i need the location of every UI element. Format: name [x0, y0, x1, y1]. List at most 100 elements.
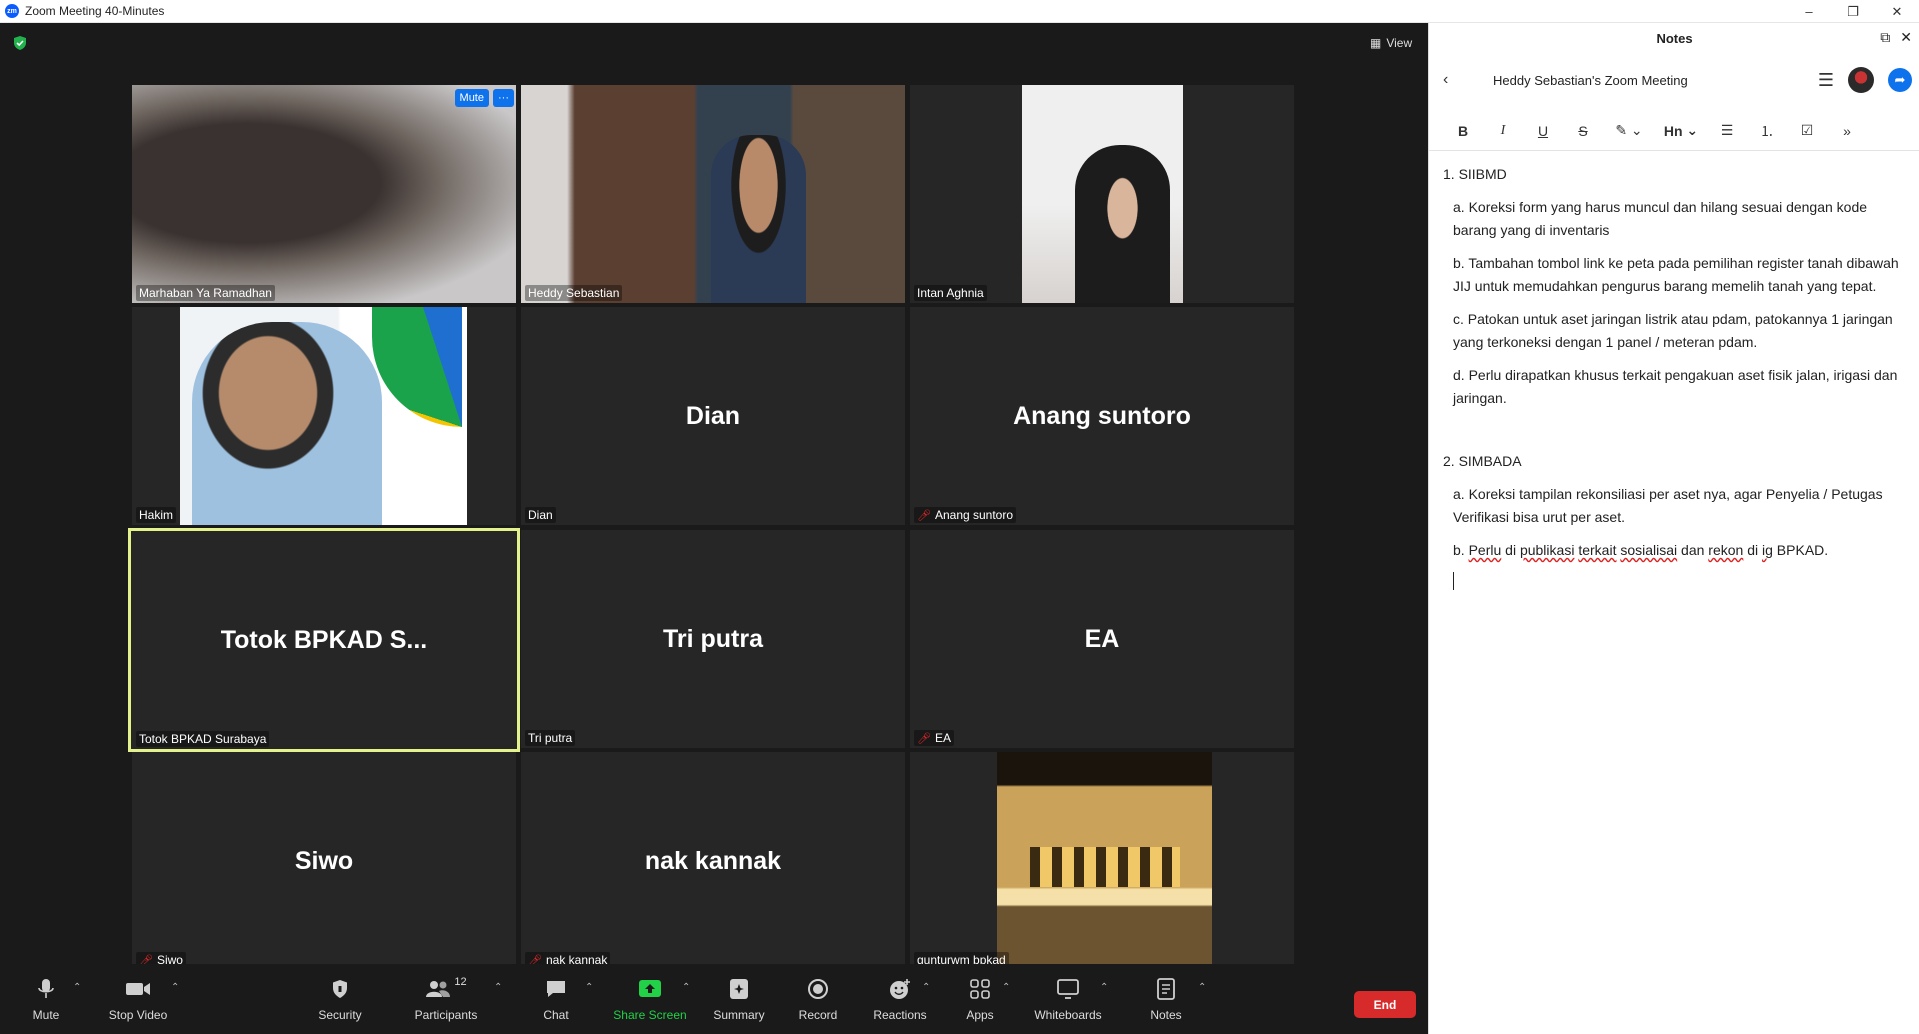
mic-muted-icon: 🎤︎ [917, 509, 931, 522]
participant-tile[interactable]: gunturwm bpkad [910, 752, 1294, 970]
apps-button[interactable]: Apps [962, 964, 998, 1034]
participants-options-caret-icon[interactable]: ⌃ [494, 982, 502, 993]
stop-video-button[interactable]: Stop Video [105, 964, 171, 1034]
notes-panel-title: Notes [1656, 30, 1693, 46]
participant-tile[interactable]: Anang suntoro 🎤︎ Anang suntoro [910, 307, 1294, 525]
participant-tile[interactable]: Heddy Sebastian [521, 85, 905, 303]
close-window-button[interactable]: ✕ [1875, 0, 1919, 23]
back-chevron-icon[interactable]: ‹ [1443, 71, 1448, 89]
chat-label: Chat [543, 1008, 569, 1022]
participant-name-label: Dian [525, 507, 556, 523]
zoom-logo-icon: zm [5, 4, 19, 18]
tile-more-button[interactable]: ··· [493, 89, 514, 107]
building-windows [1030, 847, 1180, 887]
end-meeting-button[interactable]: End [1354, 991, 1416, 1018]
reactions-button[interactable]: Reactions [872, 964, 928, 1034]
underline-button[interactable]: U [1523, 117, 1563, 145]
mute-label: Mute [32, 1008, 60, 1022]
participant-name: Marhaban Ya Ramadhan [139, 286, 272, 300]
numbered-list-icon[interactable]: ⒈ [1747, 117, 1787, 145]
participant-tile[interactable]: Hakim [132, 307, 516, 525]
participant-tile[interactable]: Mute ··· Marhaban Ya Ramadhan [132, 85, 516, 303]
note-item: a. Koreksi form yang harus muncul dan hi… [1453, 199, 1868, 238]
share-screen-button[interactable]: Share Screen [612, 964, 688, 1034]
record-icon [805, 976, 831, 1002]
notes-button[interactable]: Notes [1146, 964, 1186, 1034]
highlight-pen-icon[interactable]: ✎ ⌄ [1603, 117, 1655, 145]
participant-tile[interactable]: EA 🎤︎ EA [910, 530, 1294, 748]
participant-display-name: Anang suntoro [1013, 401, 1191, 430]
video-options-caret-icon[interactable]: ⌃ [171, 982, 179, 993]
tile-mute-button[interactable]: Mute [454, 89, 489, 107]
share-options-caret-icon[interactable]: ⌃ [682, 982, 690, 993]
window-controls: – ❐ ✕ [1787, 0, 1919, 23]
spellcheck-word: publikasi [1519, 542, 1575, 558]
note-text: dan [1677, 542, 1709, 558]
participants-button[interactable]: 12 Participants [412, 964, 480, 1034]
meeting-area: ▦ View Mute ··· Marhaban Ya Ramadhan Hed… [0, 23, 1428, 1034]
mic-muted-icon: 🎤︎ [917, 732, 931, 745]
spellcheck-word: sosialisai [1620, 542, 1678, 558]
grid-view-icon: ▦ [1370, 36, 1382, 50]
strikethrough-button[interactable]: S [1563, 117, 1603, 145]
encryption-shield-icon[interactable] [12, 35, 28, 51]
note-item: b. Tambahan tombol link ke peta pada pem… [1453, 255, 1899, 294]
more-formatting-icon[interactable]: » [1827, 117, 1867, 145]
participant-name: Anang suntoro [934, 508, 1014, 522]
heading-dropdown[interactable]: Hn ⌄ [1655, 117, 1707, 145]
maximize-button[interactable]: ❐ [1831, 0, 1875, 23]
summary-label: Summary [713, 1008, 765, 1022]
participant-name-label: Hakim [136, 507, 177, 523]
bold-button[interactable]: B [1443, 117, 1483, 145]
bullet-list-icon[interactable]: ☰ [1707, 117, 1747, 145]
summary-icon [726, 976, 752, 1002]
reactions-options-caret-icon[interactable]: ⌃ [922, 982, 930, 993]
pop-out-icon[interactable]: ⧉ [1880, 29, 1890, 46]
chat-options-caret-icon[interactable]: ⌃ [585, 982, 593, 993]
whiteboards-options-caret-icon[interactable]: ⌃ [1100, 982, 1108, 993]
participant-tile-active-speaker[interactable]: Totok BPKAD S... Totok BPKAD Surabaya [128, 528, 520, 752]
record-button[interactable]: Record [796, 964, 840, 1034]
mute-button[interactable]: Mute [28, 964, 64, 1034]
mute-options-caret-icon[interactable]: ⌃ [73, 982, 81, 993]
close-notes-icon[interactable]: ✕ [1900, 29, 1912, 46]
participant-tile[interactable]: Tri putra Tri putra [521, 530, 905, 748]
participant-name: Tri putra [528, 731, 573, 745]
tile-controls: Mute ··· [454, 89, 514, 107]
participant-name-label: Marhaban Ya Ramadhan [136, 285, 275, 301]
chat-button[interactable]: Chat [538, 964, 574, 1034]
participant-tile[interactable]: Dian Dian [521, 307, 905, 525]
notes-options-caret-icon[interactable]: ⌃ [1198, 982, 1206, 993]
share-screen-label: Share Screen [613, 1008, 687, 1022]
hamburger-menu-icon[interactable]: ☰ [1818, 70, 1834, 91]
participant-name: Hakim [139, 508, 174, 522]
participant-name: Heddy Sebastian [528, 286, 620, 300]
reactions-label: Reactions [873, 1008, 927, 1022]
participant-display-name: Dian [685, 401, 741, 430]
participant-tile[interactable]: Siwo 🎤︎ Siwo [132, 752, 516, 970]
heading-label: Hn [1663, 122, 1683, 139]
italic-button[interactable]: I [1483, 117, 1523, 145]
notes-header-actions: ⧉ ✕ [1880, 29, 1912, 46]
participant-tile[interactable]: Intan Aghnia [910, 85, 1294, 303]
note-item: d. Perlu dirapatkan khusus terkait penga… [1453, 367, 1898, 406]
security-button[interactable]: Security [316, 964, 364, 1034]
note-document-title: Heddy Sebastian's Zoom Meeting [1493, 72, 1688, 88]
participant-name-label: Heddy Sebastian [525, 285, 623, 301]
whiteboards-button[interactable]: Whiteboards [1032, 964, 1104, 1034]
note-item: c. Patokan untuk aset jaringan listrik a… [1453, 311, 1893, 350]
view-button[interactable]: ▦ View [1362, 32, 1420, 54]
share-screen-icon [637, 976, 663, 1002]
checklist-icon[interactable]: ☑ [1787, 117, 1827, 145]
participant-tile[interactable]: nak kannak 🎤︎ nak kannak [521, 752, 905, 970]
avatar[interactable] [1848, 67, 1874, 93]
minimize-button[interactable]: – [1787, 0, 1831, 23]
note-editor[interactable]: 1. SIIBMD a. Koreksi form yang harus mun… [1443, 163, 1909, 590]
participants-icon: 12 [424, 976, 468, 1002]
microphone-icon [33, 976, 59, 1002]
formatting-toolbar: B I U S ✎ ⌄ Hn ⌄ ☰ ⒈ ☑ » [1429, 111, 1919, 151]
summary-button[interactable]: Summary [711, 964, 767, 1034]
apps-options-caret-icon[interactable]: ⌃ [1002, 982, 1010, 993]
share-note-icon[interactable]: ➦ [1888, 68, 1912, 92]
reactions-smiley-icon [887, 976, 913, 1002]
